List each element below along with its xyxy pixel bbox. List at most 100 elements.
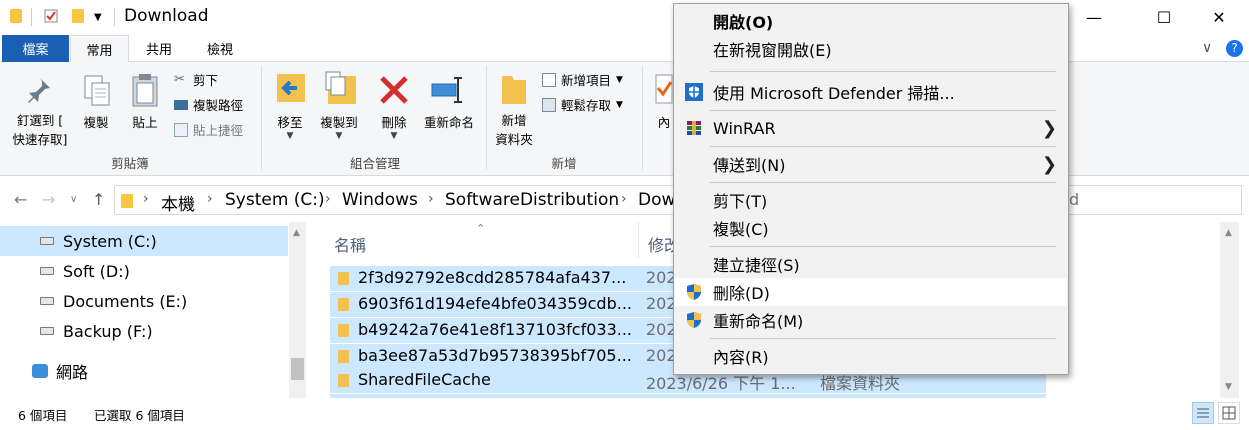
new-item-button[interactable]: 新增項目 ▼	[542, 70, 623, 89]
scroll-down-icon[interactable]: ▼	[1225, 382, 1232, 392]
new-folder-button[interactable]: 新增 資料夾	[490, 110, 538, 148]
search-input[interactable]: d	[1050, 185, 1242, 215]
folder-icon	[338, 272, 349, 285]
paste-button[interactable]: 貼上	[126, 112, 164, 131]
breadcrumb-softwaredistribution[interactable]: SoftwareDistribution	[445, 190, 619, 210]
pin-to-quick-access-button[interactable]: 釘選到 [ 快速存取]	[7, 110, 73, 148]
menu-item-defender-scan[interactable]: 使用 Microsoft Defender 掃描...	[675, 78, 1067, 106]
tab-file[interactable]: 檔案	[2, 35, 69, 62]
menu-item-copy[interactable]: 複製(C)	[675, 214, 1067, 242]
file-date: 202	[646, 320, 677, 339]
nav-item-system-c[interactable]: System (C:)	[0, 226, 288, 256]
breadcrumb-chevron-icon[interactable]: ›	[325, 191, 331, 207]
folder-icon	[10, 9, 22, 23]
new-item-icon	[542, 72, 556, 87]
copy-button[interactable]: 複製	[78, 112, 114, 131]
file-date: 202	[646, 268, 677, 287]
breadcrumb-download[interactable]: Dow	[638, 190, 675, 210]
rename-button[interactable]: 重新命名	[419, 112, 479, 131]
menu-item-open[interactable]: 開啟(O)	[675, 7, 1067, 35]
nav-item-soft-d[interactable]: Soft (D:)	[0, 256, 288, 286]
tab-share[interactable]: 共用	[130, 35, 188, 62]
menu-separator	[710, 146, 1056, 147]
new-folder-label-line1: 新增	[501, 113, 527, 128]
menu-item-label: 使用 Microsoft Defender 掃描...	[713, 84, 955, 103]
properties-button[interactable]: 內	[655, 112, 673, 131]
menu-item-properties[interactable]: 內容(R)	[675, 342, 1067, 370]
menu-item-create-shortcut[interactable]: 建立捷徑(S)	[675, 250, 1067, 278]
breadcrumb-chevron-icon[interactable]: ›	[207, 191, 213, 207]
folder-icon	[338, 374, 349, 387]
file-list-scrollbar[interactable]: ▲ ▼	[1220, 222, 1239, 398]
help-icon[interactable]: ?	[1226, 40, 1243, 57]
nav-scrollbar[interactable]: ▲	[289, 222, 306, 398]
title-separator	[31, 8, 32, 26]
delete-icon	[378, 74, 410, 110]
nav-scrollbar-thumb[interactable]	[291, 358, 304, 380]
move-to-icon	[275, 70, 307, 110]
folder-icon	[338, 350, 349, 363]
copy-path-label: 複製路徑	[193, 98, 244, 113]
paste-shortcut-button[interactable]: 貼上捷徑	[174, 120, 243, 139]
item-count: 6 個項目	[18, 408, 68, 423]
nav-item-backup-f[interactable]: Backup (F:)	[0, 316, 288, 346]
breadcrumb-system-c[interactable]: System (C:)	[225, 190, 325, 210]
close-button[interactable]: ✕	[1196, 0, 1242, 34]
cut-button[interactable]: ✂ 剪下	[174, 70, 218, 89]
scroll-up-icon[interactable]: ▲	[293, 228, 300, 238]
properties-icon	[655, 74, 673, 108]
dropdown-arrow-icon: ▼	[286, 131, 294, 141]
column-header-name[interactable]: 名稱	[334, 232, 366, 256]
breadcrumb-chevron-icon[interactable]: ›	[621, 191, 627, 207]
menu-item-rename[interactable]: 重新命名(M)	[675, 306, 1067, 334]
breadcrumb-this-pc[interactable]: 本機	[161, 190, 195, 215]
scroll-up-icon[interactable]: ▲	[1225, 228, 1232, 238]
easy-access-button[interactable]: 輕鬆存取 ▼	[542, 95, 623, 114]
details-view-icon[interactable]	[1192, 402, 1214, 424]
copy-to-button[interactable]: 複製到 ▼	[314, 112, 364, 141]
up-icon[interactable]: ↑	[92, 190, 105, 209]
nav-item-network[interactable]: 網路	[0, 356, 288, 386]
large-icons-view-icon[interactable]	[1218, 402, 1240, 424]
breadcrumb-windows[interactable]: Windows	[342, 190, 418, 210]
menu-item-label: WinRAR	[713, 118, 776, 138]
column-divider[interactable]	[638, 222, 639, 258]
menu-item-open-new-window[interactable]: 在新視窗開啟(E)	[675, 35, 1067, 63]
minimize-button[interactable]: —	[1071, 0, 1117, 34]
paste-shortcut-icon	[174, 122, 188, 137]
address-bar[interactable]: › 本機 › System (C:) › Windows › SoftwareD…	[114, 185, 675, 215]
breadcrumb-chevron-icon[interactable]: ›	[428, 191, 434, 207]
uac-shield-icon	[687, 312, 701, 328]
tab-view[interactable]: 檢視	[190, 35, 250, 62]
copy-to-icon	[324, 70, 358, 110]
recent-locations-icon[interactable]: ∨	[70, 194, 77, 205]
easy-access-label: 輕鬆存取	[561, 98, 612, 113]
drive-icon	[40, 327, 54, 335]
nav-item-label: Documents (E:)	[63, 291, 188, 311]
navigation-pane: System (C:) Soft (D:) Documents (E:) Bac…	[0, 222, 310, 398]
customize-quick-access-icon[interactable]: ▼	[94, 12, 108, 26]
menu-item-winrar[interactable]: WinRAR ❯	[675, 114, 1067, 142]
nav-item-documents-e[interactable]: Documents (E:)	[0, 286, 288, 316]
breadcrumb-chevron-icon[interactable]: ›	[143, 191, 149, 207]
move-to-button[interactable]: 移至 ▼	[268, 112, 312, 141]
status-bar: 6 個項目 已選取 6 個項目	[0, 398, 1249, 430]
menu-item-label: 傳送到(N)	[713, 156, 786, 175]
menu-item-label: 建立捷徑(S)	[713, 256, 800, 275]
delete-button[interactable]: 刪除 ▼	[375, 112, 413, 141]
new-folder-quick-icon[interactable]	[72, 9, 84, 23]
rename-icon	[430, 76, 466, 108]
back-icon[interactable]: ←	[14, 190, 27, 209]
ribbon-expand-icon[interactable]: ∨	[1202, 40, 1212, 56]
forward-icon[interactable]: →	[42, 190, 55, 209]
menu-item-send-to[interactable]: 傳送到(N) ❯	[675, 150, 1067, 178]
tab-home[interactable]: 常用	[70, 35, 129, 62]
maximize-button[interactable]: ☐	[1141, 0, 1187, 34]
properties-check-icon[interactable]	[44, 9, 58, 23]
menu-item-delete[interactable]: 刪除(D)	[675, 278, 1067, 306]
copy-path-button[interactable]: 複製路徑	[174, 95, 243, 114]
pin-label-line2: 快速存取]	[12, 132, 68, 147]
menu-item-cut[interactable]: 剪下(T)	[675, 186, 1067, 214]
scissors-icon: ✂	[174, 71, 185, 87]
paste-shortcut-label: 貼上捷徑	[193, 123, 244, 138]
